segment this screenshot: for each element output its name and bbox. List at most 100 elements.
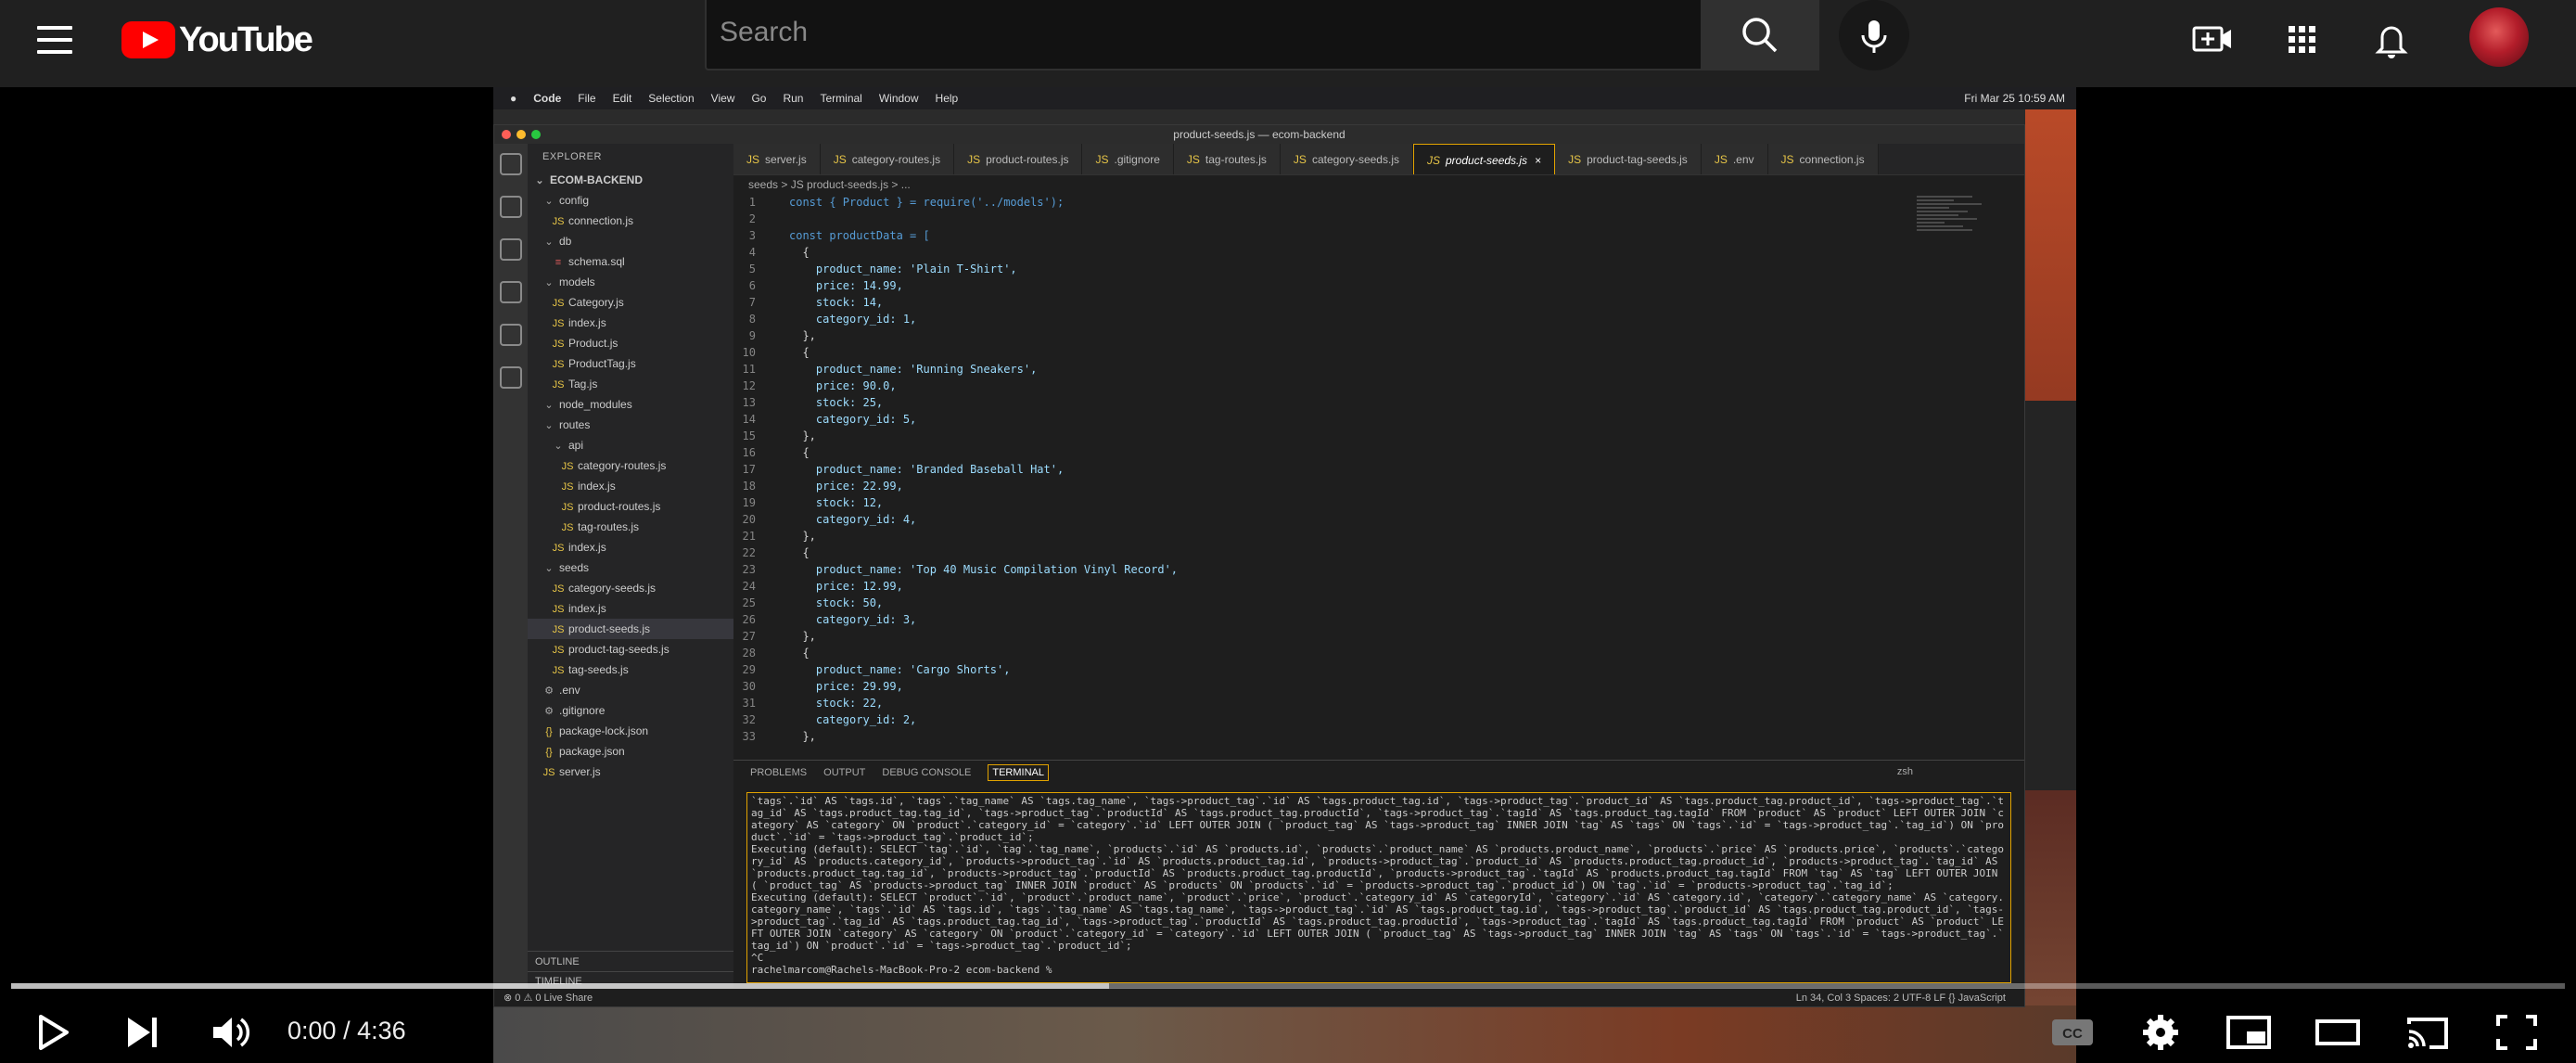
code-line: 1 const { Product } = require('../models'…: [733, 194, 2024, 211]
code-text: {: [789, 246, 810, 259]
panel-tab[interactable]: OUTPUT: [823, 767, 865, 778]
line-number: 23: [742, 563, 756, 576]
chevron-down-icon: ⌄: [544, 237, 554, 248]
editor-tab[interactable]: JS server.js: [733, 144, 821, 174]
file-item[interactable]: JS product-tag-seeds.js: [528, 639, 733, 660]
folder-item[interactable]: ⌄ routes: [528, 415, 733, 435]
file-item[interactable]: {} package.json: [528, 741, 733, 762]
play-button[interactable]: [28, 1009, 80, 1056]
mac-menu-item: Go: [751, 92, 767, 105]
file-item[interactable]: JS Product.js: [528, 333, 733, 353]
notifications-button[interactable]: [2366, 13, 2417, 65]
tree-item-label: connection.js: [568, 214, 634, 227]
settings-button[interactable]: [2135, 1009, 2187, 1056]
file-item[interactable]: JS ProductTag.js: [528, 353, 733, 374]
terminal-output: `tags`.`id` AS `tags.id`, `tags`.`tag_na…: [746, 792, 2011, 983]
menu-icon[interactable]: [35, 20, 74, 59]
mute-button[interactable]: [206, 1009, 258, 1056]
code-text: product_name: 'Running Sneakers',: [789, 363, 1038, 376]
panel-tab[interactable]: PROBLEMS: [750, 767, 807, 778]
activity-bar: [494, 144, 528, 990]
code-text: },: [789, 730, 816, 743]
code-line: 30 price: 29.99,: [733, 678, 2024, 695]
file-item[interactable]: ⚙ .env: [528, 680, 733, 700]
progress-bar[interactable]: [11, 983, 2565, 989]
run-debug-icon: [500, 281, 522, 303]
chevron-down-icon: ⌄: [544, 196, 554, 207]
explorer-sidebar: EXPLORER ⌄ ECOM-BACKEND ⌄ config JS connecti…: [528, 144, 733, 990]
file-item[interactable]: JS index.js: [528, 476, 733, 496]
youtube-logo[interactable]: YouTube: [121, 17, 313, 63]
close-tab-icon[interactable]: ×: [1535, 154, 1541, 167]
file-item[interactable]: JS Tag.js: [528, 374, 733, 394]
avatar[interactable]: [2469, 7, 2529, 67]
code-text: price: 14.99,: [789, 279, 903, 292]
miniplayer-button[interactable]: [2223, 1009, 2275, 1056]
file-item[interactable]: JS tag-routes.js: [528, 517, 733, 537]
code-line: 13 stock: 25,: [733, 394, 2024, 411]
window-titlebar: product-seeds.js — ecom-backend: [494, 125, 2024, 144]
file-type-icon: JS: [561, 481, 574, 493]
editor-tab[interactable]: JS product-seeds.js ×: [1412, 144, 1556, 174]
voice-search-button[interactable]: [1839, 0, 1909, 70]
file-item[interactable]: JS index.js: [528, 598, 733, 619]
current-time: 0:00: [287, 1017, 337, 1044]
tab-label: .gitignore: [1114, 153, 1160, 166]
file-type-icon: JS: [552, 604, 565, 615]
mac-menu-item: Window: [878, 92, 919, 105]
file-item[interactable]: JS product-routes.js: [528, 496, 733, 517]
status-bar: ⊗ 0 ⚠ 0 Live Share Ln 34, Col 3 Spaces: …: [494, 988, 2024, 1006]
search-button[interactable]: [1702, 0, 1819, 70]
editor-tab[interactable]: JS category-routes.js: [820, 144, 955, 174]
cast-button[interactable]: [2402, 1009, 2454, 1056]
file-item[interactable]: JS product-seeds.js: [528, 619, 733, 639]
folder-item[interactable]: ⌄ api: [528, 435, 733, 455]
file-item[interactable]: JS Category.js: [528, 292, 733, 313]
create-button[interactable]: [2187, 13, 2238, 65]
apps-button[interactable]: [2276, 13, 2327, 65]
folder-item[interactable]: ⌄ seeds: [528, 557, 733, 578]
file-item[interactable]: JS tag-seeds.js: [528, 660, 733, 680]
editor-tab[interactable]: JS .env: [1701, 144, 1768, 174]
file-item[interactable]: JS connection.js: [528, 211, 733, 231]
code-line: 14 category_id: 5,: [733, 411, 2024, 428]
code-text: price: 12.99,: [789, 580, 903, 593]
folder-item[interactable]: ⌄ models: [528, 272, 733, 292]
panel-tab[interactable]: TERMINAL: [988, 764, 1049, 781]
terminal-line: `tags`.`id` AS `tags.id`, `tags`.`tag_na…: [751, 795, 2005, 843]
code-text: {: [789, 446, 810, 459]
theater-mode-button[interactable]: [2312, 1009, 2364, 1056]
file-item[interactable]: ⚙ .gitignore: [528, 700, 733, 721]
file-item[interactable]: {} package-lock.json: [528, 721, 733, 741]
file-item[interactable]: ≡ schema.sql: [528, 251, 733, 272]
editor-tab[interactable]: JS .gitignore: [1082, 144, 1174, 174]
file-item[interactable]: JS category-seeds.js: [528, 578, 733, 598]
background-window: [2023, 401, 2076, 790]
editor-tab[interactable]: JS product-tag-seeds.js: [1555, 144, 1702, 174]
video-player[interactable]: ● Code File Edit Selection View Go Run T…: [493, 87, 2076, 1063]
folder-item[interactable]: ⌄ config: [528, 190, 733, 211]
tree-item-label: index.js: [568, 316, 606, 329]
panel-tab[interactable]: DEBUG CONSOLE: [882, 767, 971, 778]
line-number: 20: [742, 513, 756, 526]
file-item[interactable]: JS index.js: [528, 537, 733, 557]
tree-item-label: schema.sql: [568, 255, 625, 268]
folder-item[interactable]: ⌄ db: [528, 231, 733, 251]
editor-tab[interactable]: JS connection.js: [1767, 144, 1879, 174]
code-text: stock: 25,: [789, 396, 884, 409]
next-button[interactable]: [117, 1009, 169, 1056]
file-item[interactable]: JS index.js: [528, 313, 733, 333]
subtitles-button[interactable]: CC: [2047, 1009, 2098, 1056]
file-item[interactable]: JS server.js: [528, 762, 733, 782]
file-type-icon: JS: [1714, 153, 1728, 166]
editor-tab[interactable]: JS category-seeds.js: [1280, 144, 1413, 174]
fullscreen-button[interactable]: [2491, 1009, 2543, 1056]
editor-tab[interactable]: JS tag-routes.js: [1173, 144, 1281, 174]
editor-area: JS server.js JS category-routes.js JS product…: [733, 144, 2024, 990]
file-item[interactable]: JS category-routes.js: [528, 455, 733, 476]
editor-tab[interactable]: JS product-routes.js: [954, 144, 1083, 174]
search-input[interactable]: Search: [705, 0, 1702, 70]
folder-item[interactable]: ⌄ node_modules: [528, 394, 733, 415]
code-line: 6 price: 14.99,: [733, 277, 2024, 294]
terminal-shell-label: zsh: [1896, 766, 1913, 777]
